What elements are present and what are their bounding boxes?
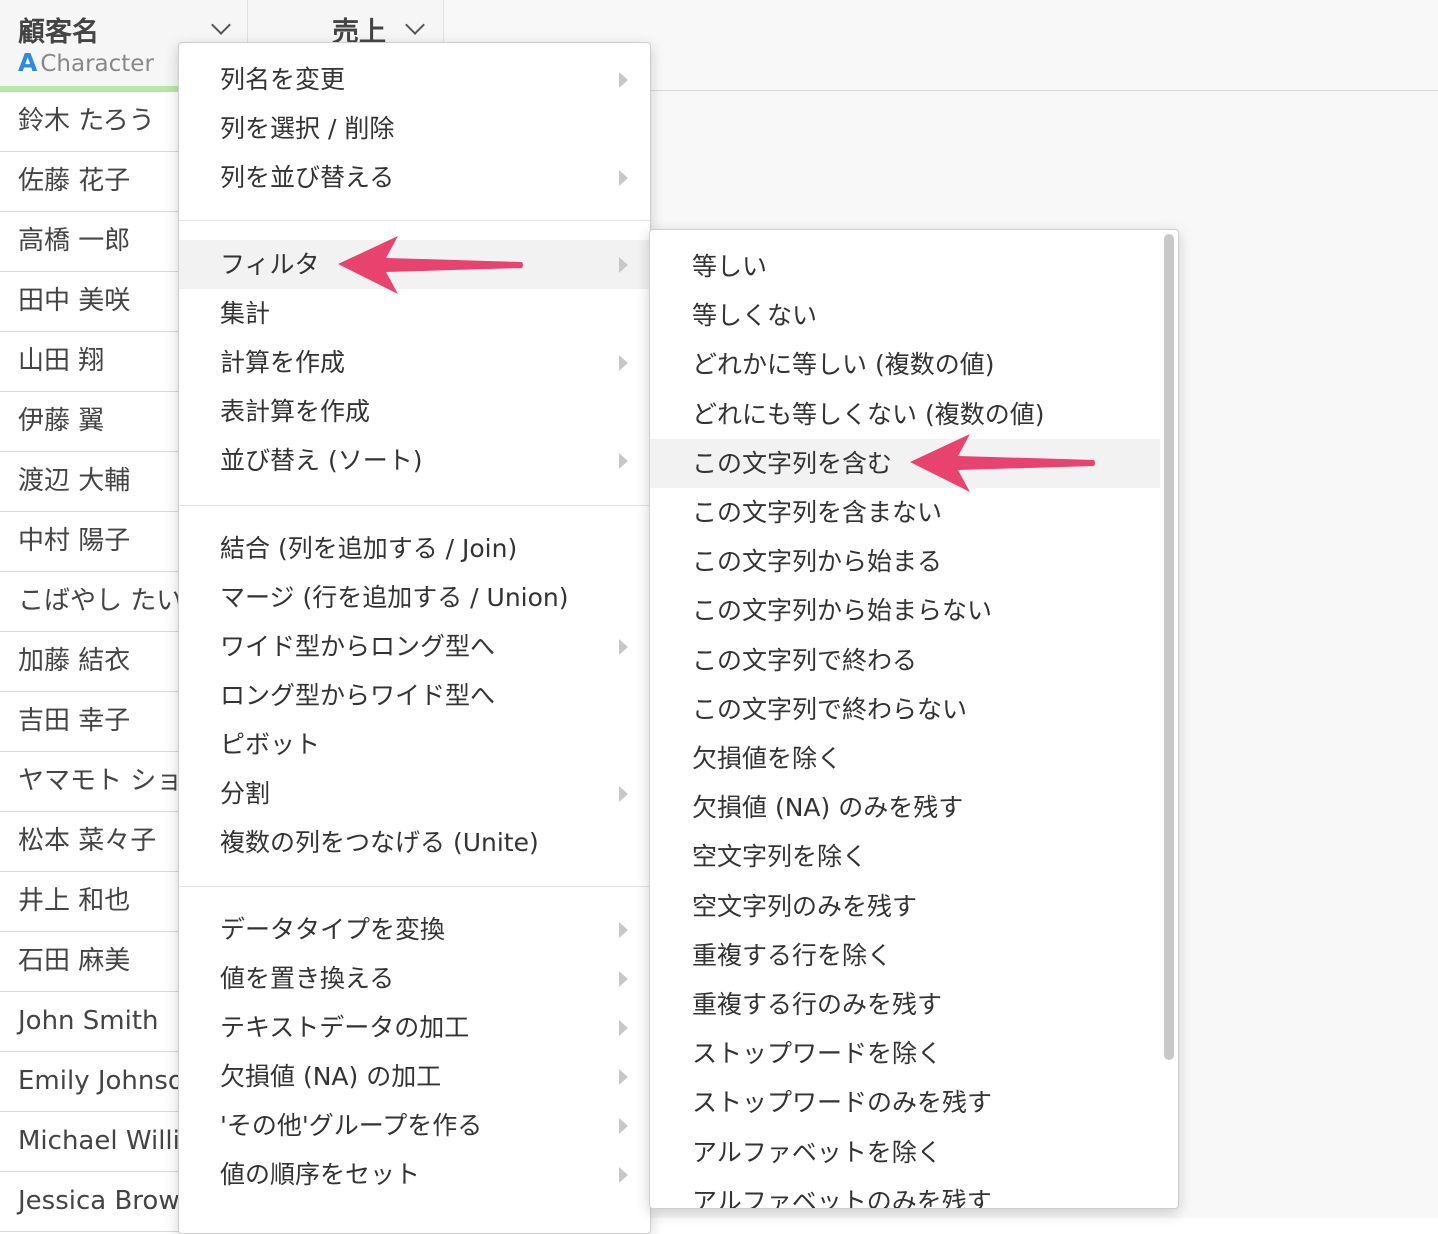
menu-item-label: テキストデータの加工 <box>220 1013 470 1042</box>
character-type-icon: A <box>18 48 38 77</box>
menu-item-label: 表計算を作成 <box>220 397 371 426</box>
filter-option[interactable]: ストップワードを除く <box>650 1029 1160 1078</box>
menu-item[interactable]: 列を選択 / 削除 <box>179 104 650 153</box>
menu-item[interactable]: 'その他'グループを作る <box>179 1101 650 1150</box>
menu-item[interactable]: 表計算を作成 <box>179 387 650 436</box>
filter-option[interactable]: 重複する行を除く <box>650 931 1160 980</box>
filter-option[interactable]: 等しい <box>650 242 1160 291</box>
menu-separator <box>179 220 650 221</box>
menu-item[interactable]: 分割 <box>179 769 650 818</box>
filter-option[interactable]: アルファベットを除く <box>650 1128 1160 1177</box>
menu-item-label: 結合 (列を追加する / Join) <box>220 534 518 563</box>
column-title: 顧客名 <box>18 17 99 48</box>
chevron-down-icon[interactable] <box>405 15 425 35</box>
menu-item[interactable]: 値を置き換える <box>179 954 650 1003</box>
filter-option[interactable]: 空文字列を除く <box>650 832 1160 881</box>
pointer-arrow-icon <box>338 236 523 294</box>
column-type-label: Character <box>40 51 154 77</box>
submenu-arrow-icon <box>619 971 628 987</box>
menu-item[interactable]: 値の順序をセット <box>179 1150 650 1199</box>
menu-item[interactable]: ロング型からワイド型へ <box>179 671 650 720</box>
filter-option[interactable]: この文字列を含まない <box>650 488 1160 537</box>
filter-option[interactable]: この文字列から始まらない <box>650 586 1160 635</box>
menu-item-label: 列名を変更 <box>220 65 346 94</box>
menu-item-label: 'その他'グループを作る <box>220 1111 483 1140</box>
submenu-arrow-icon <box>619 1069 628 1085</box>
menu-item-label: データタイプを変換 <box>220 915 446 944</box>
submenu-arrow-icon <box>619 355 628 371</box>
submenu-arrow-icon <box>619 1118 628 1134</box>
menu-separator <box>179 886 650 887</box>
menu-item[interactable]: 計算を作成 <box>179 338 650 387</box>
menu-item-label: 値を置き換える <box>220 964 395 993</box>
submenu-arrow-icon <box>619 639 628 655</box>
menu-item-label: 分割 <box>220 779 271 808</box>
filter-option[interactable]: 重複する行のみを残す <box>650 980 1160 1029</box>
filter-option[interactable]: この文字列で終わらない <box>650 685 1160 734</box>
column-type: A Character <box>18 48 154 77</box>
menu-item[interactable]: 集計 <box>179 289 650 338</box>
submenu-arrow-icon <box>619 922 628 938</box>
menu-item-label: 計算を作成 <box>220 348 346 377</box>
filter-option[interactable]: 空文字列のみを残す <box>650 882 1160 931</box>
filter-option[interactable]: 等しくない <box>650 291 1160 340</box>
submenu-arrow-icon <box>619 257 628 273</box>
pointer-arrow-icon <box>910 434 1095 492</box>
menu-item[interactable]: マージ (行を追加する / Union) <box>179 573 650 622</box>
menu-item[interactable]: 複数の列をつなげる (Unite) <box>179 818 650 867</box>
menu-item-label: ロング型からワイド型へ <box>220 681 496 710</box>
filter-option[interactable]: 欠損値を除く <box>650 734 1160 783</box>
filter-option[interactable]: この文字列で終わる <box>650 636 1160 685</box>
submenu-arrow-icon <box>619 786 628 802</box>
menu-item[interactable]: テキストデータの加工 <box>179 1003 650 1052</box>
menu-item[interactable]: ワイド型からロング型へ <box>179 622 650 671</box>
menu-item-label: 並び替え (ソート) <box>220 446 423 475</box>
submenu-arrow-icon <box>619 1020 628 1036</box>
filter-option[interactable]: アルファベットのみを残す <box>650 1177 1160 1208</box>
menu-item[interactable]: 欠損値 (NA) の加工 <box>179 1052 650 1101</box>
menu-item[interactable]: 並び替え (ソート) <box>179 436 650 485</box>
menu-item-label: 列を選択 / 削除 <box>220 114 395 143</box>
menu-item-label: ワイド型からロング型へ <box>220 632 496 661</box>
menu-item-label: フィルタ <box>220 250 320 279</box>
menu-item[interactable]: ピボット <box>179 720 650 769</box>
menu-item[interactable]: データタイプを変換 <box>179 905 650 954</box>
filter-option[interactable]: どれかに等しい (複数の値) <box>650 340 1160 389</box>
scrollbar[interactable] <box>1164 234 1174 1060</box>
menu-item-label: マージ (行を追加する / Union) <box>220 583 569 612</box>
menu-item[interactable]: 列を並び替える <box>179 153 650 202</box>
menu-item[interactable]: 結合 (列を追加する / Join) <box>179 524 650 573</box>
filter-option[interactable]: ストップワードのみを残す <box>650 1078 1160 1127</box>
filter-option[interactable]: 欠損値 (NA) のみを残す <box>650 783 1160 832</box>
submenu-arrow-icon <box>619 1167 628 1183</box>
menu-item-label: 値の順序をセット <box>220 1160 421 1189</box>
menu-item-label: 欠損値 (NA) の加工 <box>220 1062 442 1091</box>
column-context-menu: 列名を変更列を選択 / 削除 列を並び替える フィルタ集計計算を作成表計算を作成並び… <box>178 42 651 1234</box>
submenu-arrow-icon <box>619 453 628 469</box>
chevron-down-icon[interactable] <box>211 15 231 35</box>
menu-item-label: 集計 <box>220 299 271 328</box>
submenu-arrow-icon <box>619 72 628 88</box>
menu-item[interactable]: 列名を変更 <box>179 55 650 104</box>
submenu-arrow-icon <box>619 170 628 186</box>
menu-item-label: 複数の列をつなげる (Unite) <box>220 828 539 857</box>
menu-item-label: ピボット <box>220 730 321 759</box>
filter-submenu: アルファベットのみを残す アルファベットを除く ストップワードのみを残す ストップワー… <box>649 229 1179 1209</box>
menu-item-label: 列を並び替える <box>220 163 395 192</box>
filter-option[interactable]: この文字列から始まる <box>650 537 1160 586</box>
menu-separator <box>179 505 650 506</box>
